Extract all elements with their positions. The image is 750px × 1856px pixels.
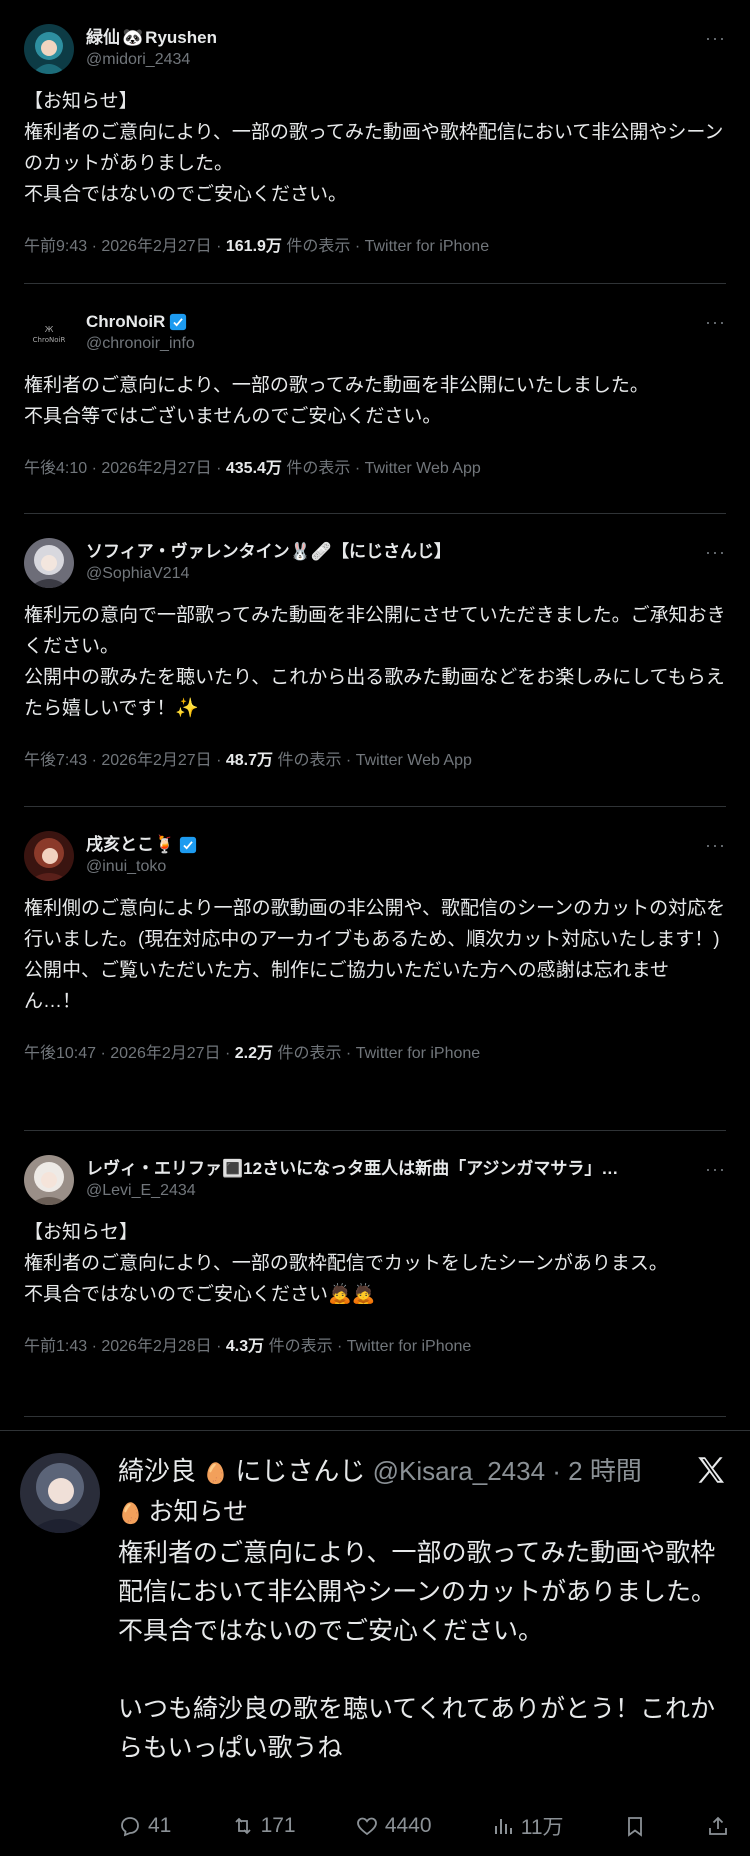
tweet[interactable]: レヴィ・エリファ🔳12さいになっタ亜人は新曲「アジンガマサラ」… @Levi_E… (24, 1131, 726, 1417)
tweet-time[interactable]: 午後4:10 · 2026年2月27日 · (24, 460, 226, 477)
more-icon[interactable]: ··· (705, 542, 726, 563)
tweet[interactable]: 緑仙 🐼 Ryushen @midori_2434 ··· 【お知らせ】 権利者… (24, 0, 726, 284)
meta-suffix: 件の表示 · Twitter for iPhone (264, 1338, 472, 1355)
avatar[interactable]: Ж ChroNoiR (24, 308, 74, 358)
more-icon[interactable]: ··· (705, 312, 726, 333)
tweet-header: ソフィア・ヴァレンタイン🐰🩹【にじさんじ】 @SophiaV214 (24, 538, 726, 588)
x-logo-icon[interactable] (694, 1453, 728, 1487)
avatar[interactable] (24, 1155, 74, 1205)
display-name[interactable]: ソフィア・ヴァレンタイン🐰🩹【にじさんじ】 (86, 541, 451, 563)
tweet-header: レヴィ・エリファ🔳12さいになっタ亜人は新曲「アジンガマサラ」… @Levi_E… (24, 1155, 726, 1205)
tweet-text: 権利者のご意向により、一部の歌ってみた動画を非公開にいたしました。 不具合等では… (24, 375, 649, 427)
svg-text:Ж: Ж (45, 325, 54, 334)
tweet-text: 権利元の意向で一部歌ってみた動画を非公開にさせていただきました。ご承知おきくださ… (24, 605, 726, 719)
tweet-time[interactable]: · 2 時間 (552, 1456, 642, 1486)
user-handle[interactable]: @SophiaV214 (86, 563, 451, 585)
more-icon[interactable]: ··· (705, 835, 726, 856)
share-button[interactable] (706, 1814, 730, 1838)
tweet-text: 🥚 お知らせ 権利者のご意向により、一部の歌ってみた動画や歌枠配信において非公開… (118, 1493, 730, 1768)
tweet-time[interactable]: 午前1:43 · 2026年2月28日 · (24, 1338, 226, 1355)
more-icon[interactable]: ··· (705, 28, 726, 49)
tweet[interactable]: 戌亥とこ🍹 @inui_toko ··· 権利側のご意向により一部の歌動画の非公… (24, 807, 726, 1131)
retweet-button[interactable]: 171 (231, 1814, 296, 1838)
card-header: 綺沙良 🥚 にじさんじ @Kisara_2434 · 2 時間 (118, 1451, 642, 1488)
avatar[interactable] (24, 538, 74, 588)
panda-icon: 🐼 (122, 28, 144, 47)
reply-icon (121, 1817, 139, 1837)
verified-badge-icon (170, 313, 187, 331)
retweet-icon (234, 1817, 251, 1835)
tweet-text: 権利側のご意向により一部の歌動画の非公開や、歌配信のシーンのカットの対応を行いま… (24, 898, 726, 1012)
bookmark-icon (627, 1817, 642, 1837)
tweet[interactable]: Ж ChroNoiR ChroNoiR @chronoir_info ··· 権利… (24, 284, 726, 514)
user-handle[interactable]: @chronoir_info (86, 333, 195, 355)
meta-suffix: 件の表示 · Twitter for iPhone (273, 1045, 481, 1062)
display-name[interactable]: ChroNoiR (86, 311, 165, 333)
view-count: 48.7万 (225, 752, 274, 769)
avatar[interactable] (20, 1453, 100, 1533)
reply-count: 41 (148, 1814, 172, 1837)
meta-suffix: 件の表示 · Twitter Web App (273, 752, 472, 769)
view-count: 11万 (520, 1816, 564, 1839)
tweet-meta: 午後7:43 · 2026年2月27日 · 48.7万 件の表示 · Twitt… (24, 746, 726, 770)
tweet-header: Ж ChroNoiR ChroNoiR @chronoir_info (24, 308, 726, 358)
avatar[interactable] (24, 24, 74, 74)
affiliation-badge[interactable]: にじさんじ (235, 1456, 365, 1486)
meta-suffix: 件の表示 · Twitter Web App (281, 460, 481, 477)
bookmark-button[interactable] (623, 1814, 647, 1838)
action-bar: 41 171 4440 11万 (118, 1811, 730, 1841)
display-name[interactable]: 戌亥とこ🍹 (86, 834, 175, 856)
display-name[interactable]: 綺沙良 (118, 1456, 196, 1486)
heart-icon (356, 1817, 377, 1836)
view-count: 2.2万 (234, 1045, 274, 1062)
verified-badge-icon (180, 836, 197, 854)
share-icon (709, 1816, 727, 1835)
tweet-meta: 午後10:47 · 2026年2月27日 · 2.2万 件の表示 · Twitt… (24, 1039, 726, 1063)
tweet-text: 【お知らせ】 権利者のご意向により、一部の歌ってみた動画や歌枠配信において非公開… (24, 91, 724, 205)
meta-suffix: 件の表示 · Twitter for iPhone (281, 238, 490, 255)
tweet-feed: 緑仙 🐼 Ryushen @midori_2434 ··· 【お知らせ】 権利者… (0, 0, 750, 1417)
display-name-suffix[interactable]: Ryushen (145, 27, 217, 49)
tweet-time[interactable]: 午後7:43 · 2026年2月27日 · (24, 752, 226, 769)
tweet-time[interactable]: 午前9:43 · 2026年2月27日 · (24, 238, 226, 255)
like-count: 4440 (384, 1814, 432, 1837)
analytics-icon (494, 1819, 512, 1834)
user-handle[interactable]: @midori_2434 (86, 49, 217, 71)
user-handle[interactable]: @Kisara_2434 (373, 1456, 545, 1486)
tweet-header: 戌亥とこ🍹 @inui_toko (24, 831, 726, 881)
crystal-icon: 🥚 (118, 1503, 149, 1525)
embedded-tweet-card[interactable]: 綺沙良 🥚 にじさんじ @Kisara_2434 · 2 時間 🥚 お知らせ 権… (0, 1430, 750, 1856)
avatar[interactable] (24, 831, 74, 881)
more-icon[interactable]: ··· (705, 1159, 726, 1180)
tweet-text: 【お知らセ】 権利者のご意向により、一部の歌枠配信でカットをしたシーンがありまス… (24, 1222, 668, 1305)
card-text: お知らせ 権利者のご意向により、一部の歌ってみた動画や歌枠配信において非公開やシ… (118, 1498, 717, 1762)
display-name[interactable]: レヴィ・エリファ🔳12さいになっタ亜人は新曲「アジンガマサラ」… (86, 1158, 618, 1180)
reply-button[interactable]: 41 (118, 1814, 171, 1838)
user-handle[interactable]: @inui_toko (86, 856, 197, 878)
svg-text:ChroNoiR: ChroNoiR (33, 336, 66, 344)
retweet-count: 171 (260, 1814, 296, 1837)
view-count: 161.9万 (225, 238, 282, 255)
tweet-header: 緑仙 🐼 Ryushen @midori_2434 (24, 24, 726, 74)
tweet[interactable]: ソフィア・ヴァレンタイン🐰🩹【にじさんじ】 @SophiaV214 ··· 権利… (24, 514, 726, 807)
views-button[interactable]: 11万 (491, 1811, 564, 1841)
tweet-meta: 午後4:10 · 2026年2月27日 · 435.4万 件の表示 · Twit… (24, 454, 726, 478)
like-button[interactable]: 4440 (355, 1814, 432, 1838)
display-name[interactable]: 緑仙 (86, 27, 120, 49)
tweet-time[interactable]: 午後10:47 · 2026年2月27日 · (24, 1045, 235, 1062)
tweet-meta: 午前9:43 · 2026年2月27日 · 161.9万 件の表示 · Twit… (24, 232, 726, 256)
view-count: 4.3万 (225, 1338, 265, 1355)
tweet-meta: 午前1:43 · 2026年2月28日 · 4.3万 件の表示 · Twitte… (24, 1332, 726, 1356)
view-count: 435.4万 (225, 460, 282, 477)
crystal-icon: 🥚 (203, 1463, 229, 1485)
user-handle[interactable]: @Levi_E_2434 (86, 1180, 618, 1202)
